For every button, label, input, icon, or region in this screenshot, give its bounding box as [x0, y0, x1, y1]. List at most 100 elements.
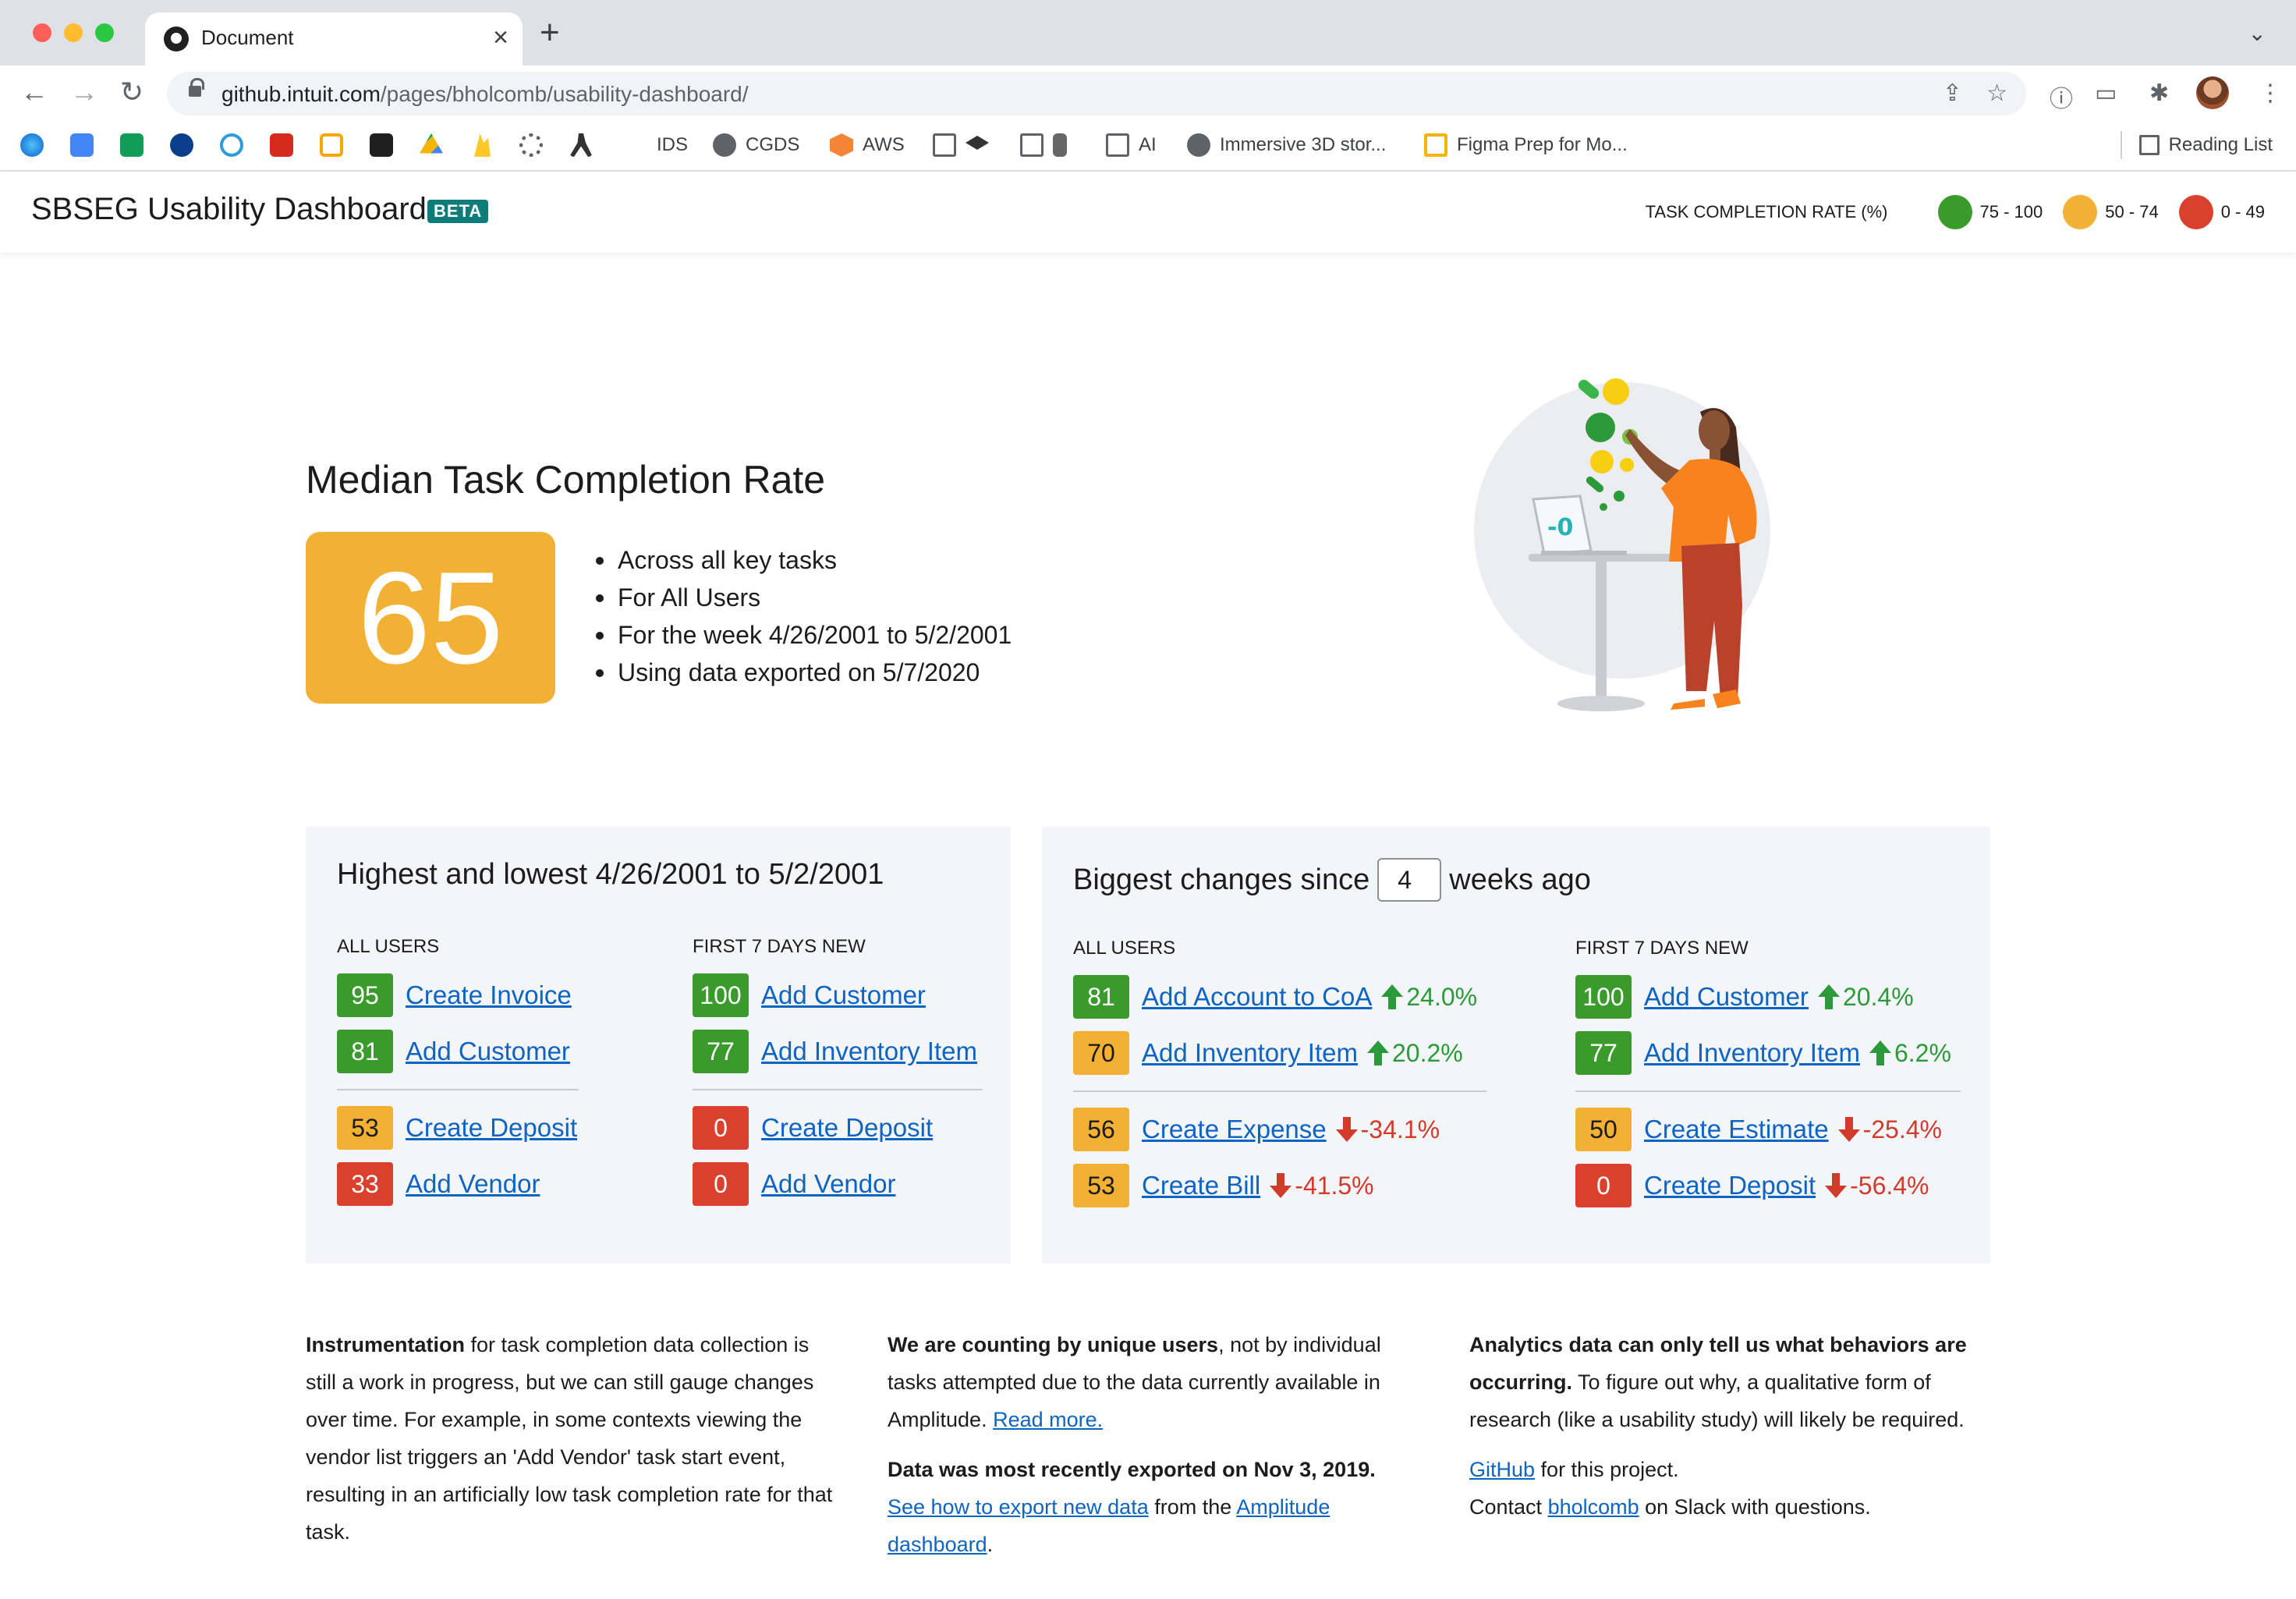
extensions-puzzle-icon[interactable]: ✱: [2149, 80, 2169, 107]
export-how-to-link[interactable]: See how to export new data: [888, 1495, 1149, 1519]
bookmark-figma[interactable]: Figma Prep for Mo...: [1424, 131, 1628, 159]
read-more-link[interactable]: Read more.: [993, 1408, 1103, 1431]
change-delta: 20.4%: [1817, 983, 1914, 1012]
tab-title: Document: [201, 26, 294, 49]
score-badge: 50: [1575, 1108, 1632, 1151]
task-link[interactable]: Create Bill: [1142, 1171, 1260, 1200]
minimize-window-button[interactable]: [64, 23, 83, 42]
url-text[interactable]: github.intuit.com/pages/bholcomb/usabili…: [221, 82, 749, 107]
bookmark-firebase[interactable]: [469, 131, 493, 159]
more-menu-icon[interactable]: ⋮: [2259, 80, 2282, 107]
bookmark-jira[interactable]: [170, 131, 193, 159]
task-link[interactable]: Add Customer: [406, 1037, 570, 1066]
bookmark-ai-folder[interactable]: AI: [1106, 131, 1157, 159]
task-row: 100 Add Customer: [693, 967, 983, 1023]
bookmark-github[interactable]: [370, 131, 393, 159]
close-window-button[interactable]: [33, 23, 51, 42]
folder-icon: [1106, 133, 1129, 157]
address-bar[interactable]: github.intuit.com/pages/bholcomb/usabili…: [167, 72, 2026, 115]
section-divider: [693, 1089, 983, 1090]
task-link[interactable]: Add Inventory Item: [1644, 1038, 1860, 1068]
change-row: 50 Create Estimate -25.4%: [1575, 1101, 1961, 1158]
task-link[interactable]: Add Customer: [1644, 982, 1809, 1012]
star-icon[interactable]: ☆: [1986, 80, 2007, 107]
browser-toolbar: ← → ↻ github.intuit.com/pages/bholcomb/u…: [0, 66, 2296, 120]
bholcomb-link[interactable]: bholcomb: [1548, 1495, 1639, 1519]
firebase-icon: [474, 133, 491, 157]
project-links: GitHub for this project. Contact bholcomb…: [1469, 1458, 1871, 1519]
bookmark-b[interactable]: [220, 131, 243, 159]
arrow-down-icon: [1837, 1117, 1860, 1142]
globe-icon: [713, 133, 736, 157]
profile-avatar[interactable]: [2196, 76, 2229, 109]
bookmark-aws[interactable]: AWS: [830, 131, 905, 159]
highest-lowest-card: Highest and lowest 4/26/2001 to 5/2/2001…: [306, 827, 1011, 1264]
change-row: 100 Add Customer 20.4%: [1575, 969, 1961, 1025]
weeks-input[interactable]: 4: [1377, 858, 1442, 902]
task-link[interactable]: Create Deposit: [761, 1113, 933, 1143]
forward-arrow-icon[interactable]: →: [70, 75, 98, 109]
browser-tab[interactable]: Document ×: [145, 12, 523, 66]
analytics-note: Analytics data can only tell us what beh…: [1469, 1333, 1967, 1431]
tab-close-icon[interactable]: ×: [493, 22, 508, 53]
task-link[interactable]: Add Vendor: [761, 1169, 895, 1199]
bookmark-cgds[interactable]: CGDS: [713, 131, 799, 159]
cast-icon[interactable]: ▭: [2095, 80, 2117, 107]
jira-icon: [170, 133, 193, 157]
red-dot-icon: [2178, 195, 2213, 229]
maximize-window-button[interactable]: [95, 23, 114, 42]
reading-list-button[interactable]: Reading List: [2120, 131, 2273, 159]
task-link[interactable]: Create Deposit: [1644, 1171, 1816, 1200]
task-link[interactable]: Add Inventory Item: [761, 1037, 977, 1066]
reload-icon[interactable]: ↻: [120, 75, 144, 109]
graduation-cap-icon: [966, 136, 989, 150]
change-row: 56 Create Expense -34.1%: [1073, 1101, 1486, 1158]
task-row: 53 Create Deposit: [337, 1100, 579, 1156]
column-heading: FIRST 7 DAYS NEW: [693, 936, 866, 957]
task-link[interactable]: Create Invoice: [406, 980, 572, 1010]
bookmark-sheets[interactable]: [120, 131, 144, 159]
beta-badge: BETA: [427, 200, 489, 223]
c-bracket-icon: [320, 133, 343, 157]
task-row: 95 Create Invoice: [337, 967, 579, 1023]
task-link[interactable]: Add Account to CoA: [1142, 982, 1372, 1012]
bookmark-docs[interactable]: [70, 131, 94, 159]
tab-search-chevron-icon[interactable]: ⌄: [2248, 20, 2266, 46]
bookmark-figure[interactable]: [569, 131, 593, 159]
help-circle-icon[interactable]: ⓘ: [2050, 80, 2073, 114]
bookmark-folder-2[interactable]: [1020, 131, 1067, 159]
bookmark-c[interactable]: [320, 131, 343, 159]
score-badge: 81: [1073, 975, 1129, 1019]
bookmark-immersive[interactable]: Immersive 3D stor...: [1187, 131, 1386, 159]
biggest-changes-title: Biggest changes since 4 weeks ago: [1073, 858, 1591, 902]
biggest-changes-card: Biggest changes since 4 weeks ago ALL US…: [1042, 827, 1990, 1264]
share-icon[interactable]: ⇪: [1943, 80, 1962, 107]
hero-details-list: Across all key tasks For All Users For t…: [596, 541, 1012, 691]
back-arrow-icon[interactable]: ←: [20, 75, 48, 109]
gear-icon: [519, 133, 543, 157]
new-tab-button[interactable]: +: [540, 16, 560, 50]
reading-list-icon: [2138, 135, 2160, 155]
score-badge: 77: [1575, 1031, 1632, 1075]
folder-icon: [933, 133, 956, 157]
task-link[interactable]: Create Deposit: [406, 1113, 577, 1143]
bookmark-ids[interactable]: IDS: [657, 131, 688, 159]
footer-analytics: Analytics data can only tell us what beh…: [1469, 1326, 1984, 1538]
score-badge: 0: [1575, 1164, 1632, 1207]
task-link[interactable]: Add Inventory Item: [1142, 1038, 1358, 1068]
median-score-tile: 65: [306, 532, 555, 704]
bookmark-app-1[interactable]: [20, 131, 44, 159]
yellow-dot-icon: [2063, 195, 2098, 229]
github-link[interactable]: GitHub: [1469, 1458, 1535, 1481]
task-link[interactable]: Create Estimate: [1644, 1115, 1829, 1144]
task-link[interactable]: Add Customer: [761, 980, 926, 1010]
task-link[interactable]: Create Expense: [1142, 1115, 1327, 1144]
hero-detail-week: For the week 4/26/2001 to 5/2/2001: [596, 616, 1012, 654]
bookmark-drive[interactable]: [420, 131, 443, 159]
bookmark-pf[interactable]: [270, 131, 293, 159]
task-row: 77 Add Inventory Item: [693, 1023, 983, 1080]
task-link[interactable]: Add Vendor: [406, 1169, 540, 1199]
bookmark-folder-1[interactable]: [933, 131, 989, 159]
footer-instrumentation: Instrumentation for task completion data…: [306, 1326, 836, 1563]
bookmark-settings[interactable]: [519, 131, 543, 159]
